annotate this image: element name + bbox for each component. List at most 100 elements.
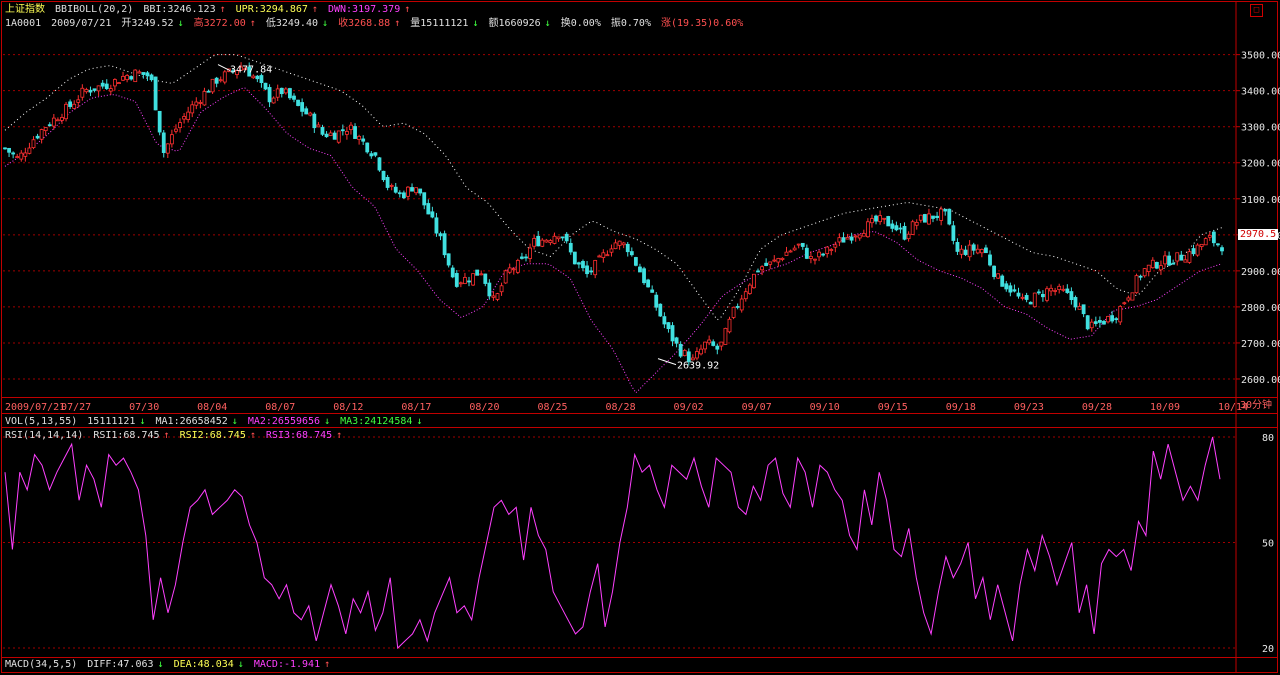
candle-body xyxy=(560,236,565,239)
up-arrow-icon: ↑ xyxy=(324,659,331,670)
candle-body xyxy=(918,214,923,221)
candle-body xyxy=(601,252,606,258)
candle-body xyxy=(471,273,475,286)
candle-body xyxy=(1114,318,1119,321)
candle-body xyxy=(64,103,68,120)
candle-body xyxy=(190,104,195,114)
x-axis-label: 08/07 xyxy=(265,402,295,413)
candle-body xyxy=(182,116,186,120)
x-axis-label: 08/25 xyxy=(537,402,567,413)
candle-body xyxy=(1159,265,1163,271)
x-axis-label: 09/23 xyxy=(1014,402,1044,413)
candle-body xyxy=(865,221,870,238)
candle-body xyxy=(365,142,370,153)
x-axis-label: 07/27 xyxy=(61,402,91,413)
candle-body xyxy=(263,82,268,90)
candle-body xyxy=(1122,302,1127,305)
candle-body xyxy=(1036,291,1041,294)
candle-body xyxy=(3,147,7,150)
candle-body xyxy=(971,244,976,251)
up-arrow-icon: ↑ xyxy=(336,430,343,441)
candle-body xyxy=(1069,291,1074,301)
vol-label: VOL(5,13,55) xyxy=(5,416,78,427)
candle-body xyxy=(1102,320,1106,325)
candle-body xyxy=(393,186,398,193)
candle-body xyxy=(1134,275,1139,294)
macd-value: MACD:-1.941 xyxy=(253,659,321,670)
price-axis-label: 2800.00 xyxy=(1241,303,1280,314)
candle-body xyxy=(841,237,846,243)
candle-body xyxy=(524,256,528,259)
price-axis-label: 3300.00 xyxy=(1241,123,1280,134)
candle-body xyxy=(47,124,52,127)
candle-body xyxy=(621,242,626,246)
chart-canvas[interactable]: 2600.002700.002800.002900.003000.003100.… xyxy=(0,0,1280,675)
candle-body xyxy=(1211,231,1216,244)
x-axis-label: 10/09 xyxy=(1150,402,1180,413)
candle-body xyxy=(1106,316,1110,323)
candle-body xyxy=(752,273,756,289)
candle-body xyxy=(605,254,610,257)
down-arrow-icon: ↓ xyxy=(139,416,146,427)
candle-body xyxy=(141,72,146,75)
candle-body xyxy=(589,270,594,273)
candle-body xyxy=(658,303,663,317)
candle-body xyxy=(438,233,443,237)
candle-body xyxy=(23,152,28,157)
rsi-label: RSI(14,14,14) xyxy=(5,430,84,441)
macd-diff: DIFF:47.063 xyxy=(87,659,154,670)
price-axis-label: 2900.00 xyxy=(1241,267,1280,278)
candle-body xyxy=(735,306,740,308)
candle-body xyxy=(7,147,11,153)
x-axis-label: 09/28 xyxy=(1082,402,1112,413)
period-label[interactable]: 30分钟 xyxy=(1240,400,1272,412)
candle-body xyxy=(442,233,447,256)
candle-body xyxy=(796,243,801,246)
candle-body xyxy=(1199,243,1204,247)
candle-body xyxy=(373,152,378,156)
candle-body xyxy=(642,268,646,284)
candle-body xyxy=(837,237,842,243)
candle-body xyxy=(96,85,101,92)
candle-body xyxy=(577,262,581,265)
candle-body xyxy=(218,79,223,82)
candle-body xyxy=(719,341,724,347)
candle-body xyxy=(1000,275,1005,287)
candle-body xyxy=(174,128,178,132)
candle-body xyxy=(1008,285,1013,293)
candle-body xyxy=(572,251,577,265)
candle-body xyxy=(507,267,512,273)
x-axis-label: 07/30 xyxy=(129,402,159,413)
candle-body xyxy=(275,88,280,98)
rsi-axis-label: 50 xyxy=(1262,539,1274,550)
candle-body xyxy=(540,239,545,247)
candle-body xyxy=(308,112,313,116)
candle-body xyxy=(682,349,687,357)
candle-body xyxy=(198,102,203,104)
candle-body xyxy=(788,250,793,253)
candle-body xyxy=(72,103,77,109)
candle-body xyxy=(178,122,182,129)
rsi-header-row: RSI(14,14,14) RSI1:68.745 ↑ RSI2:68.745 ↑ … xyxy=(5,430,346,442)
candle-body xyxy=(324,133,329,138)
candle-body xyxy=(1053,290,1058,292)
candle-body xyxy=(137,71,142,74)
candle-body xyxy=(51,117,56,127)
candle-body xyxy=(108,88,113,92)
candle-body xyxy=(454,273,459,287)
macd-header-row: MACD(34,5,5) DIFF:47.063 ↓ DEA:48.034 ↓ MA… xyxy=(5,659,334,671)
candle-body xyxy=(1065,288,1070,293)
candle-body xyxy=(756,270,760,273)
candle-body xyxy=(418,188,423,194)
candle-body xyxy=(931,215,935,219)
rsi-axis-label: 80 xyxy=(1262,433,1274,444)
candle-body xyxy=(31,139,36,149)
vol-value: 15111121 xyxy=(87,416,136,427)
candle-body xyxy=(487,282,492,297)
candle-body xyxy=(776,258,781,263)
candle-body xyxy=(267,87,272,103)
candle-body xyxy=(288,88,292,99)
price-axis-label: 3200.00 xyxy=(1241,159,1280,170)
up-arrow-icon: ↑ xyxy=(249,430,256,441)
candle-body xyxy=(430,211,435,218)
